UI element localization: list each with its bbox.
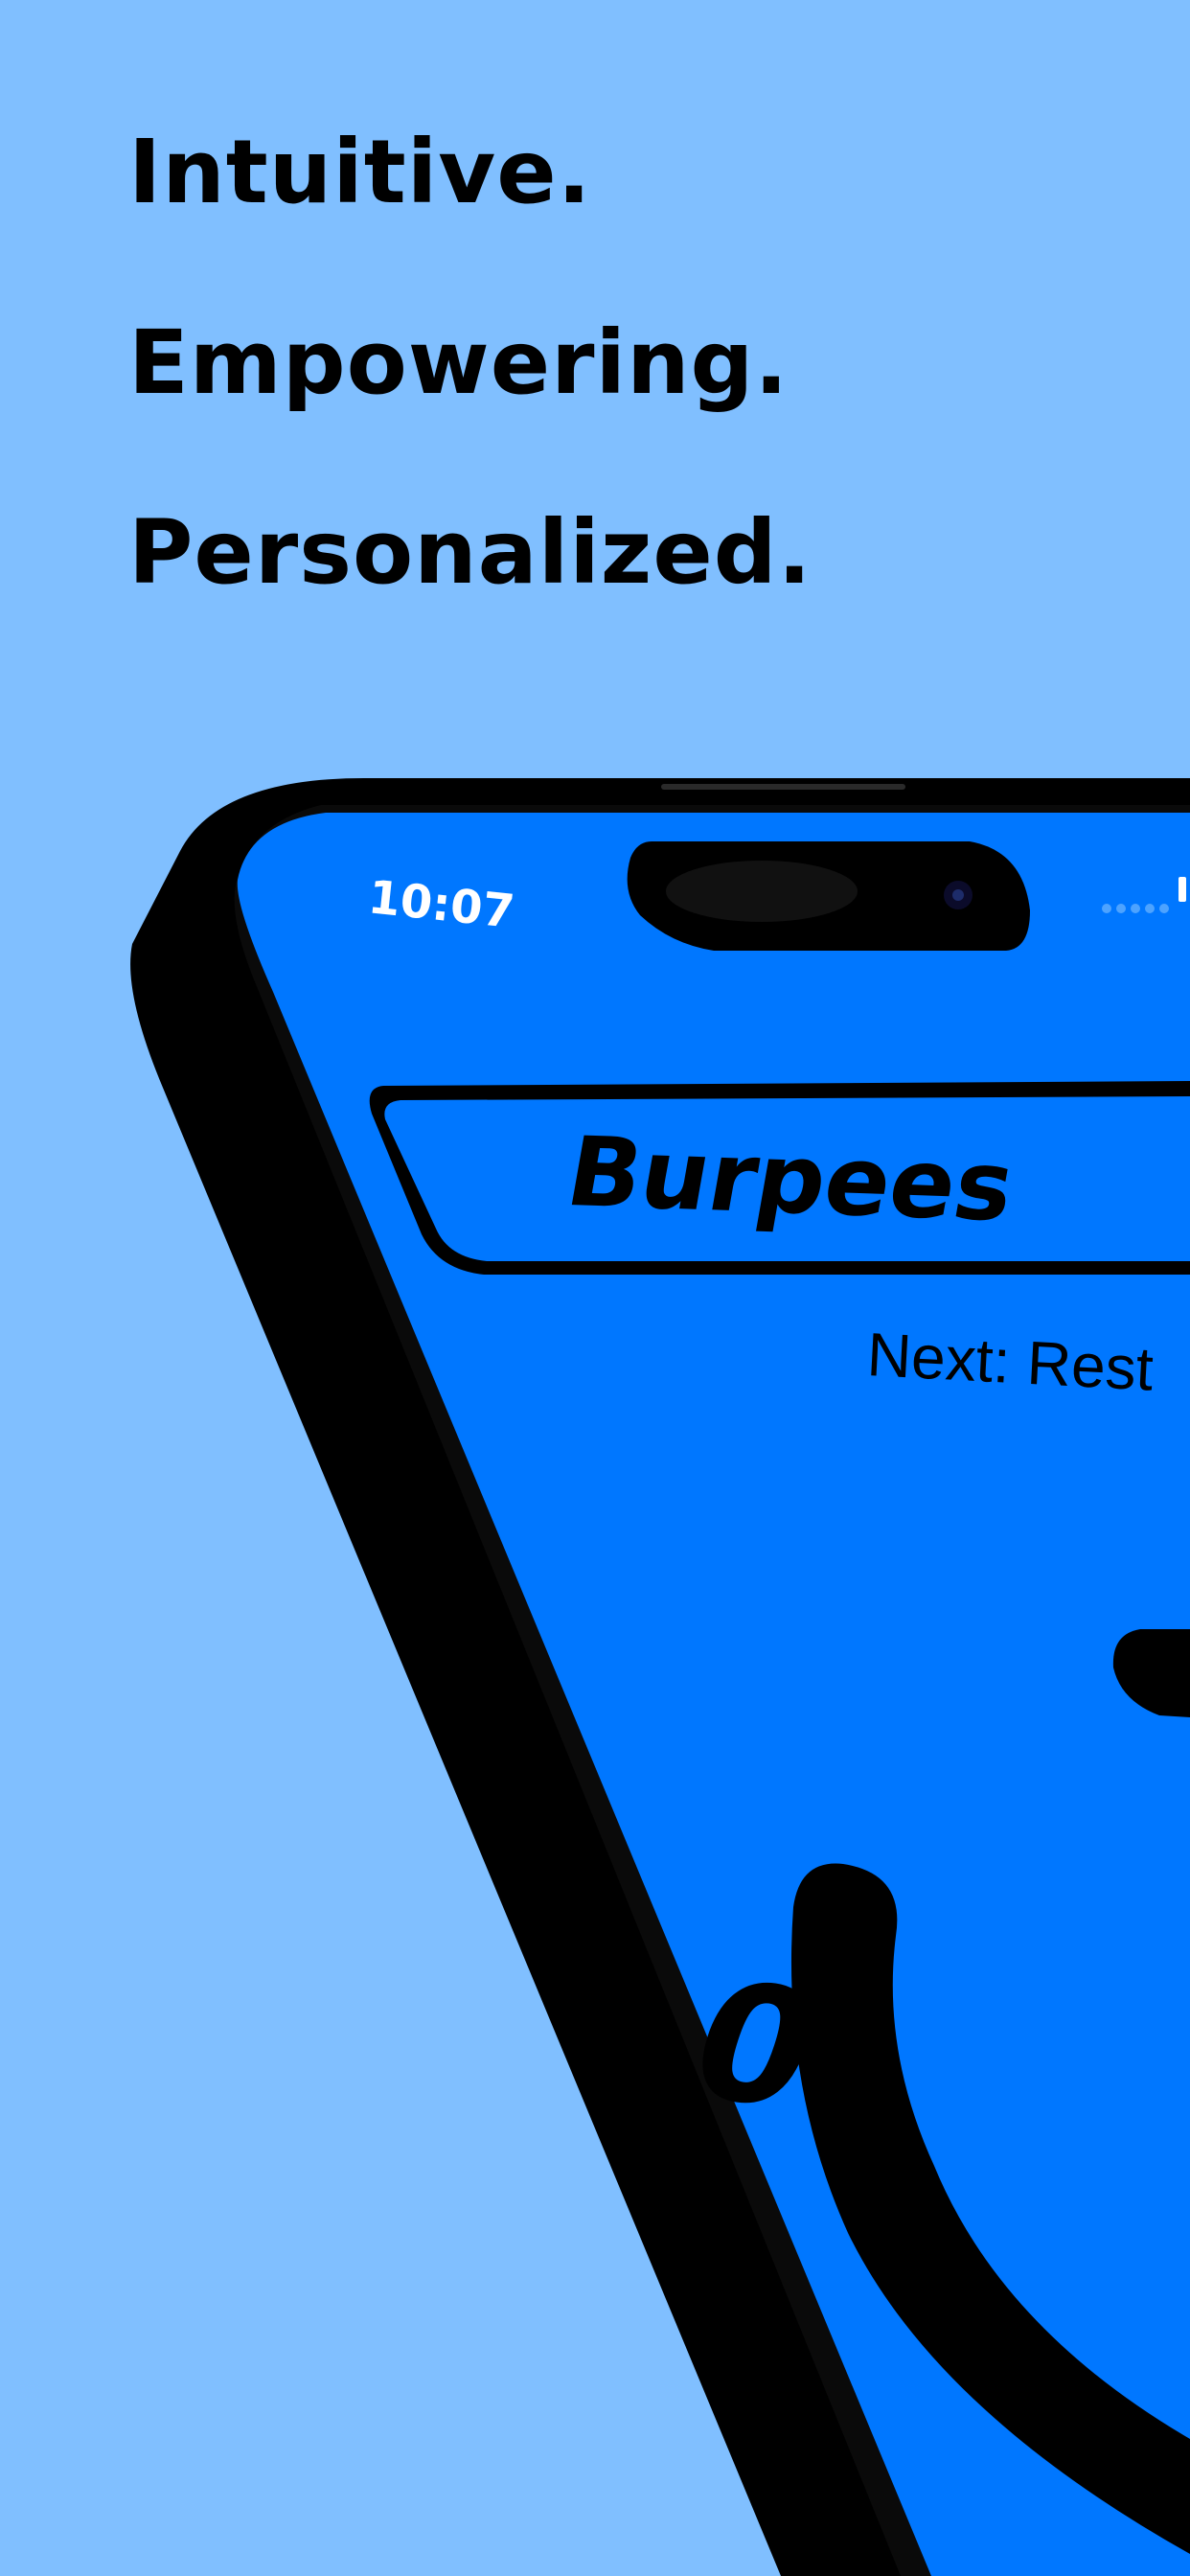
front-camera-lens-icon bbox=[952, 889, 964, 901]
status-bar-partial-icon bbox=[1179, 877, 1186, 902]
exercise-name: Burpees bbox=[559, 1116, 1022, 1243]
phone-top-button bbox=[661, 784, 905, 790]
dynamic-island-sensor bbox=[666, 861, 858, 922]
marketing-screenshot: Intuitive. Empowering. Personalized. 10:… bbox=[0, 0, 1190, 2576]
phone-mockup: 10:07 Burpees Next: Rest 0 bbox=[130, 778, 1190, 2576]
